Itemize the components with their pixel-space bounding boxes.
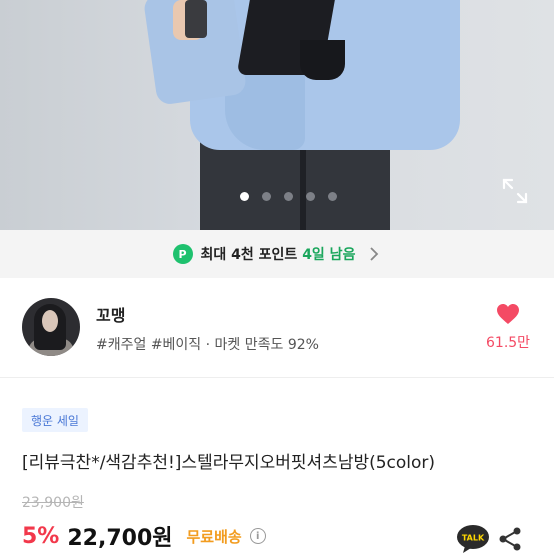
points-deadline: 4일 남음 (302, 247, 356, 263)
fullscreen-expand-icon[interactable] (500, 176, 530, 206)
seller-name[interactable]: 꼬맹 (96, 302, 125, 326)
carousel-dot[interactable] (261, 192, 271, 201)
product-title: [리뷰극찬*/색감추천!]스텔라무지오버핏셔츠남방(5color) (22, 453, 436, 473)
sale-badge: 행운 세일 (22, 408, 88, 432)
heart-icon[interactable] (496, 303, 520, 325)
points-banner-text: 최대 4천 포인트 4일 남음 (200, 247, 356, 263)
kakao-talk-button[interactable]: TALK (456, 524, 490, 554)
talk-label: TALK (462, 534, 485, 543)
like-count: 61.5만 (486, 335, 531, 351)
chevron-right-icon (370, 247, 379, 261)
discount-rate: 5% (22, 523, 60, 549)
carousel-dot[interactable] (305, 192, 315, 201)
carousel-dot[interactable] (239, 192, 249, 201)
free-shipping-label: 무료배송 (186, 527, 242, 546)
carousel-indicator (0, 192, 554, 206)
seller-tags: #캐주얼 #베이직 · 마켓 만족도 92% (96, 337, 319, 353)
share-icon[interactable] (498, 526, 522, 552)
seller-avatar[interactable] (22, 298, 80, 356)
points-icon: P (172, 244, 193, 264)
sale-price: 22,700원 (67, 526, 173, 551)
product-detail-page: P 최대 4천 포인트 4일 남음 꼬맹 #캐주얼 #베이직 · 마켓 만족도 … (0, 0, 554, 554)
seller-section: 꼬맹 #캐주얼 #베이직 · 마켓 만족도 92% 61.5만 (0, 278, 554, 378)
info-icon[interactable]: i (249, 528, 266, 544)
product-image-carousel[interactable] (0, 0, 554, 230)
points-banner[interactable]: P 최대 4천 포인트 4일 남음 (0, 230, 554, 278)
carousel-dot[interactable] (327, 192, 337, 201)
price-row: 5% 22,700원 무료배송 i (22, 521, 266, 551)
original-price: 23,900원 (22, 495, 84, 511)
carousel-dot[interactable] (283, 192, 293, 201)
